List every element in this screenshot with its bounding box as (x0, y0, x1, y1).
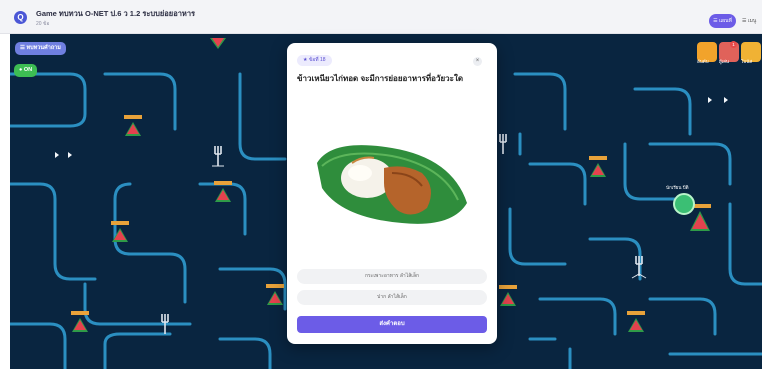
answer-option-1[interactable]: กระเพาะอาหาร ลำไส้เล็ก (297, 269, 487, 284)
question-modal: ★ ข้อที่ 18 × ข้าวเหนียวไก่ทอด จะมีการย่… (287, 43, 497, 344)
player-avatar-icon (673, 193, 695, 215)
question-text: ข้าวเหนียวไก่ทอด จะมีการย่อยอาหารที่อวัย… (297, 74, 464, 83)
hud-label-players: ผู้เล่น (719, 59, 730, 64)
notification-badge: 1 (730, 41, 737, 48)
top-bar: Q Game ทบทวน O-NET ป.6 ว 1.2 ระบบย่อยอาห… (0, 0, 762, 34)
menu-button[interactable]: ☰ เมนู (742, 14, 756, 28)
sound-on-toggle[interactable]: ● ON (14, 64, 38, 77)
question-number-badge: ★ ข้อที่ 18 (297, 55, 332, 66)
game-subtitle: 20 ข้อ (36, 21, 50, 27)
review-questions-chip[interactable]: ☰ ทบทวนคำถาม (15, 42, 66, 55)
app-logo-icon: Q (14, 11, 27, 24)
close-icon[interactable]: × (473, 57, 482, 66)
player-name: นักเรียน ปีติ (666, 185, 689, 190)
answer-option-2[interactable]: ปาก ลำไส้เล็ก (297, 290, 487, 305)
food-image (317, 145, 467, 224)
submit-answer-button[interactable]: ส่งคำตอบ (297, 316, 487, 333)
hud-label-rank: อันดับ (697, 59, 709, 64)
game-title: Game ทบทวน O-NET ป.6 ว 1.2 ระบบย่อยอาหาร (36, 9, 196, 18)
map-button[interactable]: ☰ แผนที่ (709, 14, 736, 28)
hud-label-bonus: โบนัส (741, 59, 753, 64)
